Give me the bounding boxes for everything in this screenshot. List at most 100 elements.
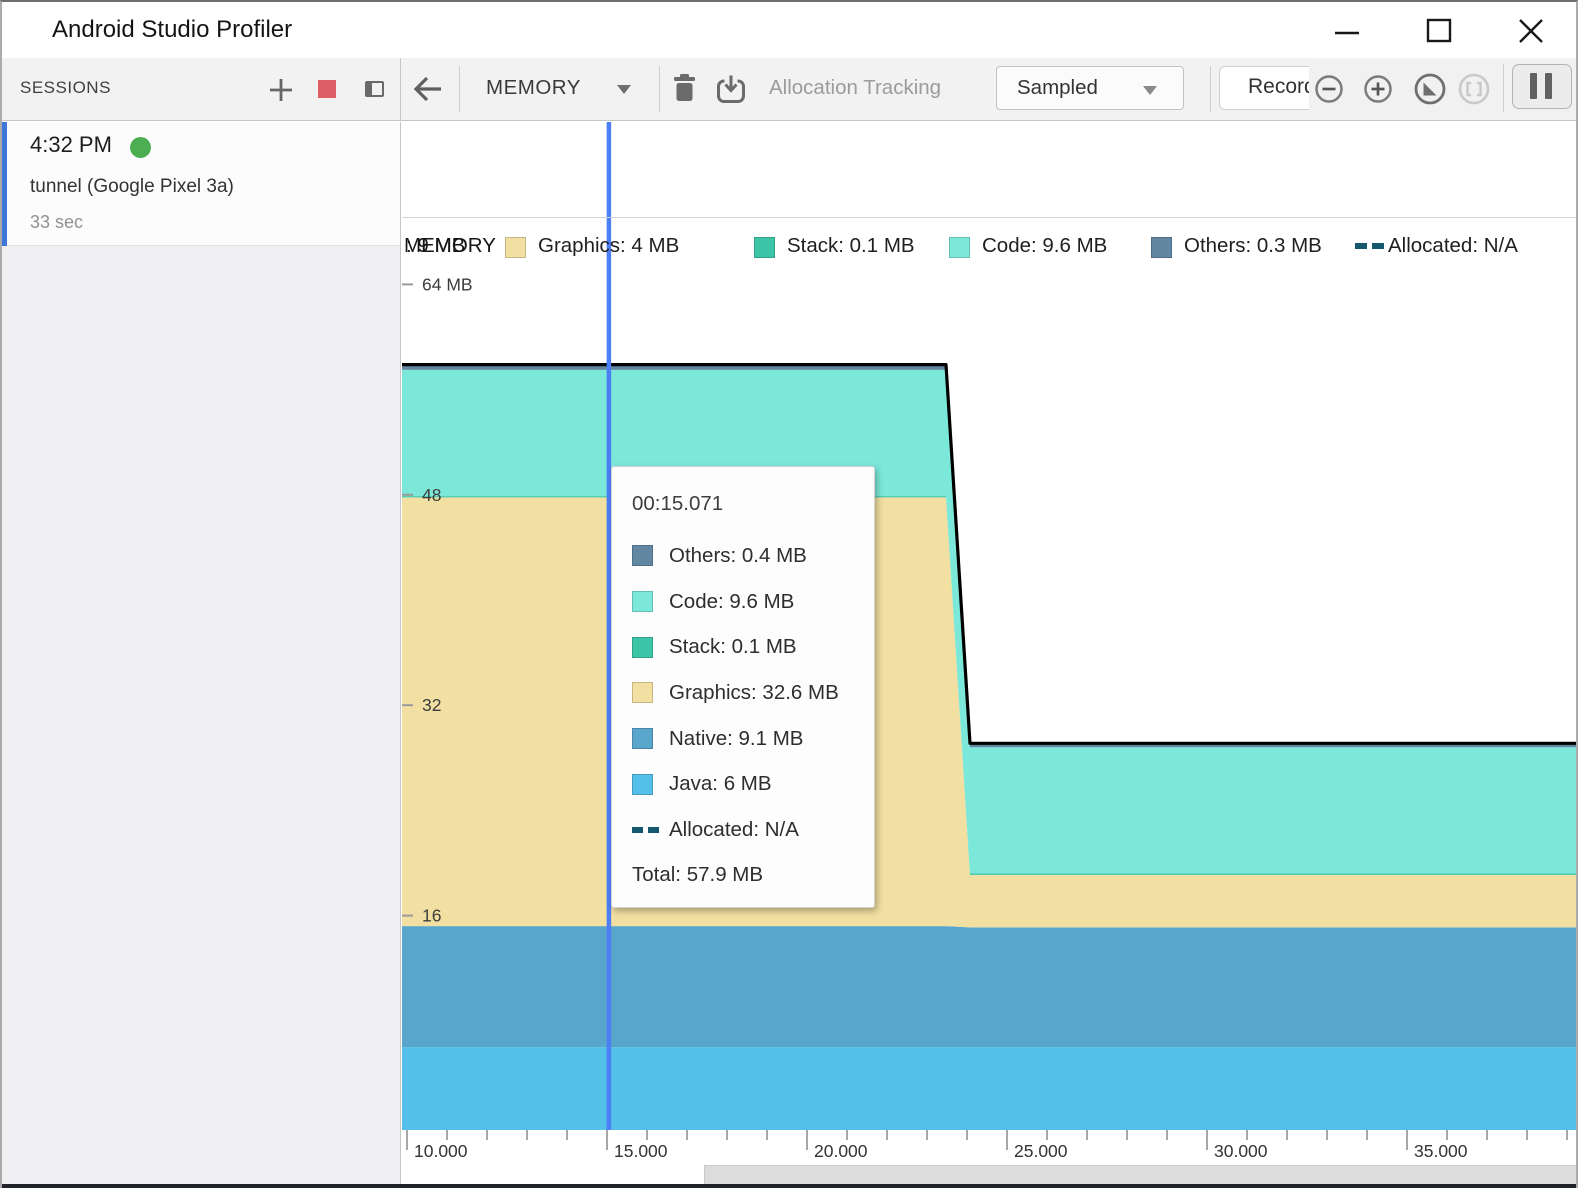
tooltip-row-label: Code: 9.6 MB <box>669 590 794 614</box>
x-axis-minor-tick <box>526 1130 528 1140</box>
session-live-dot <box>130 137 151 158</box>
legend-item-label: Code: 9.6 MB <box>982 234 1107 258</box>
legend-swatch <box>754 237 775 258</box>
toolbar-separator <box>1210 66 1211 112</box>
x-axis-minor-tick <box>686 1130 688 1140</box>
reset-zoom-icon <box>1413 72 1447 106</box>
close-button[interactable] <box>1498 2 1564 58</box>
x-axis-minor-tick <box>766 1130 768 1140</box>
back-arrow-icon <box>409 71 447 107</box>
tooltip-swatch <box>632 774 653 795</box>
tooltip-total: Total: 57.9 MB <box>632 863 763 887</box>
x-axis-tick-label: 15.000 <box>614 1141 668 1162</box>
chevron-down-icon <box>617 85 631 94</box>
tooltip-swatch <box>632 637 653 658</box>
legend-item-label: Allocated: N/A <box>1388 234 1518 258</box>
session-duration: 33 sec <box>30 212 83 233</box>
tooltip-row: Others: 0.4 MB <box>632 533 866 579</box>
zoom-out-button[interactable] <box>1314 74 1344 109</box>
x-axis-minor-tick <box>566 1130 568 1140</box>
chart-tooltip: 00:15.071 Others: 0.4 MB Code: 9.6 MB Stac… <box>611 466 875 908</box>
x-axis-minor-tick <box>1326 1130 1328 1140</box>
tooltip-swatch <box>632 545 653 566</box>
tooltip-swatch <box>632 682 653 703</box>
tooltip-row: Stack: 0.1 MB <box>632 624 866 670</box>
tooltip-row-label: Others: 0.4 MB <box>669 544 807 568</box>
add-session-button[interactable] <box>268 77 294 108</box>
maximize-button[interactable] <box>1406 2 1472 58</box>
close-icon <box>1498 2 1564 58</box>
tooltip-swatch <box>632 591 653 612</box>
x-axis-minor-tick <box>486 1130 488 1140</box>
export-icon <box>715 73 747 105</box>
x-axis-tick-label: 25.000 <box>1014 1141 1068 1162</box>
stage-selector[interactable]: MEMORY <box>486 58 661 120</box>
record-label: Record <box>1248 75 1316 99</box>
tooltip-swatch <box>632 728 653 749</box>
reset-zoom-button[interactable] <box>1413 72 1447 111</box>
x-axis-tick-label: 30.000 <box>1214 1141 1268 1162</box>
window-bottom-edge <box>2 1184 1576 1188</box>
x-axis-minor-tick <box>1286 1130 1288 1140</box>
x-axis-minor-tick <box>446 1130 448 1140</box>
session-entry[interactable]: 4:32 PM tunnel (Google Pixel 3a) 33 sec <box>2 122 400 246</box>
toolbar-separator <box>459 66 460 112</box>
tooltip-row-label: Native: 9.1 MB <box>669 727 803 751</box>
stop-session-button[interactable] <box>318 80 336 98</box>
pause-live-button[interactable] <box>1512 64 1572 109</box>
back-button[interactable] <box>409 71 447 112</box>
x-axis: 10.00015.00020.00025.00030.00035.000 <box>402 1130 1578 1164</box>
x-axis-minor-tick <box>1526 1130 1528 1140</box>
memory-stacked-area-chart[interactable]: 64 MB483216 <box>402 122 1578 1130</box>
y-axis-tick-label: 64 MB <box>422 274 473 294</box>
window-title: Android Studio Profiler <box>52 16 292 44</box>
x-axis-tick-label: 35.000 <box>1414 1141 1468 1162</box>
y-axis-tick-label: 16 <box>422 906 441 926</box>
gc-trash-button[interactable] <box>671 73 699 108</box>
zoom-out-icon <box>1314 74 1344 104</box>
x-axis-minor-tick <box>646 1130 648 1140</box>
x-axis-minor-tick <box>1486 1130 1488 1140</box>
plus-icon <box>268 77 294 103</box>
x-axis-minor-tick <box>1086 1130 1088 1140</box>
minimize-icon <box>1314 2 1380 58</box>
zoom-in-button[interactable] <box>1363 74 1393 109</box>
tooltip-timestamp: 00:15.071 <box>632 492 723 516</box>
legend-separator <box>402 217 1578 218</box>
allocation-tracking-label: Allocation Tracking <box>769 76 941 100</box>
title-bar: Android Studio Profiler <box>2 2 1576 58</box>
stop-icon <box>318 80 336 98</box>
pause-icon <box>1513 65 1570 107</box>
scrollbar-thumb[interactable] <box>704 1165 1578 1185</box>
legend-swatch <box>505 237 526 258</box>
frame-selection-button[interactable] <box>1457 72 1491 111</box>
zoom-in-icon <box>1363 74 1393 104</box>
profiler-window: Android Studio Profiler SESSIONS <box>0 0 1578 1188</box>
collapse-panel-icon <box>365 81 384 97</box>
tooltip-row: Code: 9.6 MB <box>632 579 866 625</box>
x-axis-tick-label: 10.000 <box>414 1141 468 1162</box>
legend-swatch <box>949 237 970 258</box>
legend-item-label: Others: 0.3 MB <box>1184 234 1322 258</box>
minimize-button[interactable] <box>1314 2 1380 58</box>
x-axis-major-tick <box>406 1130 408 1150</box>
frame-selection-icon <box>1457 72 1491 106</box>
y-axis-tick-label: 48 <box>422 485 441 505</box>
trash-icon <box>671 73 699 103</box>
sampled-dropdown[interactable]: Sampled <box>996 66 1184 110</box>
x-axis-minor-tick <box>1566 1130 1568 1140</box>
collapse-panel-button[interactable] <box>365 81 384 97</box>
tooltip-row-label: Stack: 0.1 MB <box>669 635 797 659</box>
tooltip-rows: Others: 0.4 MB Code: 9.6 MB Stack: 0.1 MB G… <box>632 533 866 853</box>
tooltip-row: Native: 9.1 MB <box>632 716 866 762</box>
export-capture-button[interactable] <box>715 73 747 110</box>
tooltip-row-label: Allocated: N/A <box>669 818 799 842</box>
legend-item-label: Graphics: 4 MB <box>538 234 679 258</box>
tooltip-row: Graphics: 32.6 MB <box>632 670 866 716</box>
x-axis-minor-tick <box>966 1130 968 1140</box>
tooltip-dash-swatch <box>632 827 659 833</box>
x-axis-major-tick <box>1206 1130 1208 1150</box>
sessions-panel: 4:32 PM tunnel (Google Pixel 3a) 33 sec <box>2 122 401 1186</box>
area-series-java <box>402 1047 1578 1130</box>
x-axis-minor-tick <box>1366 1130 1368 1140</box>
